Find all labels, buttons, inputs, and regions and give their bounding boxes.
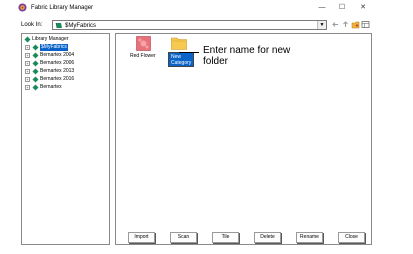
fabric-library-icon [55, 22, 62, 29]
callout-line [179, 52, 199, 53]
tree-item-label: Library Manager [32, 36, 69, 42]
scan-button[interactable]: Scan [170, 232, 197, 243]
expand-icon[interactable]: + [25, 53, 30, 58]
chevron-down-icon[interactable]: ▼ [317, 21, 326, 29]
maximize-button[interactable]: ☐ [335, 3, 349, 13]
back-arrow-icon[interactable] [331, 20, 340, 29]
up-folder-icon[interactable] [341, 20, 350, 29]
fabric-library-icon [32, 68, 39, 75]
close-window-button[interactable]: ✕ [356, 3, 370, 13]
app-icon [18, 3, 27, 12]
library-icon [24, 36, 31, 43]
delete-button[interactable]: Delete [254, 232, 281, 243]
tile-button[interactable]: Tile [212, 232, 239, 243]
tree-item-label: Bernartex 2016 [40, 76, 75, 82]
folder-icon[interactable] [171, 36, 187, 50]
fabric-library-icon [32, 52, 39, 59]
tree-item-label: Bernartex [40, 84, 62, 90]
import-button[interactable]: Import [128, 232, 155, 243]
fabric-library-icon [32, 60, 39, 67]
look-in-dropdown[interactable]: $MyFabrics ▼ [52, 20, 327, 30]
tree-item-label: $MyFabrics [40, 44, 68, 51]
callout-annotation: Enter name for new folder [203, 45, 291, 67]
library-tree[interactable]: Library Manager + $MyFabrics + Bernartex… [21, 33, 110, 245]
rename-button[interactable]: Rename [296, 232, 323, 243]
expand-icon[interactable]: + [25, 85, 30, 90]
close-button[interactable]: Close [338, 232, 365, 243]
tree-item-label: Bernartex 2013 [40, 68, 75, 74]
view-menu-icon[interactable] [361, 20, 370, 29]
edit-line-2: Category [171, 60, 192, 66]
expand-icon[interactable]: + [25, 77, 30, 82]
minimize-button[interactable]: — [315, 3, 329, 13]
expand-icon[interactable]: + [25, 45, 30, 50]
expand-icon[interactable]: + [25, 69, 30, 74]
tree-item-label: Bernartex 2006 [40, 60, 75, 66]
expand-icon[interactable]: + [25, 61, 30, 66]
fabric-library-manager-window: Fabric Library Manager — ☐ ✕ Look In: $M… [15, 0, 375, 250]
fabric-swatch-icon[interactable] [136, 36, 151, 51]
window-title: Fabric Library Manager [31, 5, 94, 11]
new-folder-name-input[interactable]: New Category [168, 52, 194, 67]
look-in-value: $MyFabrics [65, 23, 97, 29]
item-label[interactable]: Red Flower [130, 53, 156, 59]
fabric-library-icon [32, 44, 39, 51]
title-bar: Fabric Library Manager — ☐ ✕ [15, 2, 375, 14]
fabric-library-icon [32, 76, 39, 83]
new-folder-icon[interactable] [351, 20, 360, 29]
fabric-library-icon [32, 84, 39, 91]
tree-item-label: Bernartex 2004 [40, 52, 75, 58]
look-in-label: Look In: [21, 22, 43, 28]
